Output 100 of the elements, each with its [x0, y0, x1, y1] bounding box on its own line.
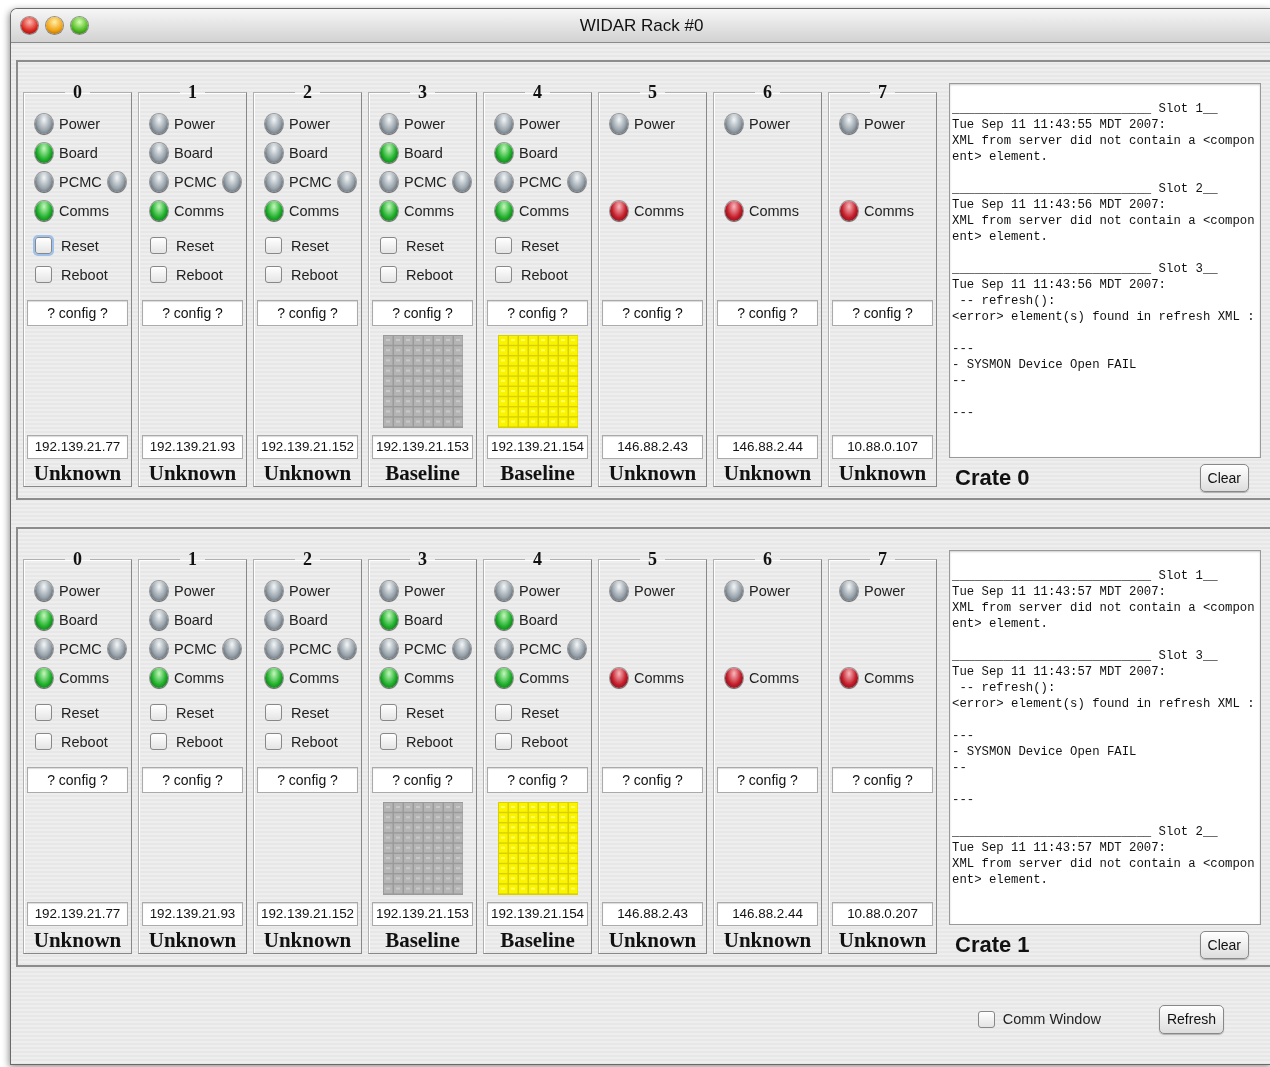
- log-message: Tue Sep 11 11:43:57 MDT 2007: -- refresh(): <error> element(s) found in refresh XML :: [952, 664, 1256, 712]
- log-header: ___________________________ Slot 3__: [952, 648, 1219, 664]
- checkbox[interactable]: Reboot: [150, 727, 245, 756]
- ip-address-field[interactable]: 192.139.21.153: [372, 435, 473, 459]
- indicator-label: Board: [59, 144, 98, 161]
- indicator-label: PCMC: [519, 640, 562, 657]
- indicator-label: Board: [59, 611, 98, 628]
- config-field[interactable]: ? config ?: [27, 767, 128, 793]
- indicator-label: Comms: [59, 669, 109, 686]
- config-field[interactable]: ? config ?: [27, 300, 128, 326]
- config-field[interactable]: ? config ?: [832, 300, 933, 326]
- zoom-button[interactable]: [71, 17, 88, 34]
- checkbox[interactable]: Reboot: [380, 260, 475, 289]
- slot-number: 3: [417, 83, 428, 101]
- indicator-label: Power: [749, 582, 791, 599]
- checkbox[interactable]: Reset: [380, 698, 475, 727]
- log-header: ___________________________ Slot 3__: [952, 261, 1219, 277]
- checkbox[interactable]: Reboot: [380, 727, 475, 756]
- log-message: Tue Sep 11 11:43:56 MDT 2007: XML from server did not contain a <compon ent> element.: [952, 197, 1256, 245]
- slot-number: 5: [647, 550, 658, 568]
- config-field[interactable]: ? config ?: [717, 300, 818, 326]
- ip-address-field[interactable]: 192.139.21.77: [27, 435, 128, 459]
- config-field[interactable]: ? config ?: [602, 767, 703, 793]
- config-field[interactable]: ? config ?: [717, 767, 818, 793]
- slot-number: 3: [417, 550, 428, 568]
- config-field[interactable]: ? config ?: [372, 300, 473, 326]
- ip-address-field[interactable]: 192.139.21.152: [257, 902, 358, 926]
- ip-address-field[interactable]: 192.139.21.153: [372, 902, 473, 926]
- status-label: Unknown: [722, 462, 813, 485]
- ip-address-field[interactable]: 192.139.21.154: [487, 435, 588, 459]
- log-message: ---: [952, 405, 976, 421]
- config-field[interactable]: ? config ?: [372, 767, 473, 793]
- indicator-label: Comms: [59, 202, 109, 219]
- log-header: ___________________________ Slot 2__: [952, 824, 1219, 840]
- slot-number: 2: [302, 550, 313, 568]
- ip-address-field[interactable]: 146.88.2.44: [717, 435, 818, 459]
- ip-address-field[interactable]: 146.88.2.43: [602, 435, 703, 459]
- refresh-button[interactable]: Refresh: [1158, 1004, 1224, 1034]
- checkbox[interactable]: Reset: [380, 231, 475, 260]
- indicator-label: Power: [634, 115, 676, 132]
- status-label: Unknown: [607, 929, 698, 952]
- ip-address-field[interactable]: 146.88.2.43: [602, 902, 703, 926]
- config-field[interactable]: ? config ?: [142, 767, 243, 793]
- log-message: --- - SYSMON Device Open FAIL --: [952, 728, 1138, 776]
- ip-address-field[interactable]: 192.139.21.93: [142, 902, 243, 926]
- config-field[interactable]: ? config ?: [487, 767, 588, 793]
- checkbox[interactable]: Reset: [150, 231, 245, 260]
- checkbox[interactable]: Reset: [265, 698, 360, 727]
- config-field[interactable]: ? config ?: [487, 300, 588, 326]
- ip-address-field[interactable]: 146.88.2.44: [717, 902, 818, 926]
- status-label: Baseline: [384, 462, 461, 485]
- minimize-button[interactable]: [46, 17, 63, 34]
- checkbox[interactable]: Reboot: [495, 727, 590, 756]
- slot-number: 6: [762, 83, 773, 101]
- log-header: ___________________________ Slot 1__: [952, 568, 1219, 584]
- slot-number: 6: [762, 550, 773, 568]
- indicator-label: Comms: [404, 669, 454, 686]
- indicator-label: Power: [174, 115, 216, 132]
- status-label: Baseline: [499, 929, 576, 952]
- config-field[interactable]: ? config ?: [257, 300, 358, 326]
- status-label: Unknown: [837, 462, 928, 485]
- ip-address-field[interactable]: 192.139.21.77: [27, 902, 128, 926]
- checkbox[interactable]: Reset: [35, 231, 130, 260]
- status-label: Unknown: [32, 929, 123, 952]
- config-field[interactable]: ? config ?: [142, 300, 243, 326]
- close-button[interactable]: [21, 17, 38, 34]
- crate-title: Crate 1: [955, 932, 1030, 959]
- status-label: Unknown: [147, 929, 238, 952]
- checkbox[interactable]: Reset: [495, 698, 590, 727]
- clear-button[interactable]: Clear: [1199, 464, 1249, 493]
- ip-address-field[interactable]: 10.88.0.107: [832, 435, 933, 459]
- clear-button[interactable]: Clear: [1199, 931, 1249, 960]
- checkbox[interactable]: Reboot: [35, 260, 130, 289]
- slot-number: 0: [72, 83, 83, 101]
- ip-address-field[interactable]: 192.139.21.154: [487, 902, 588, 926]
- config-field[interactable]: ? config ?: [257, 767, 358, 793]
- log-header: ___________________________ Slot 2__: [952, 181, 1219, 197]
- status-label: Unknown: [262, 929, 353, 952]
- checkbox[interactable]: Reboot: [495, 260, 590, 289]
- status-label: Baseline: [384, 929, 461, 952]
- config-field[interactable]: ? config ?: [832, 767, 933, 793]
- checkbox[interactable]: Reset: [265, 231, 360, 260]
- indicator-label: Board: [404, 611, 443, 628]
- indicator-label: PCMC: [404, 640, 447, 657]
- slot-number: 7: [877, 83, 888, 101]
- ip-address-field[interactable]: 10.88.0.207: [832, 902, 933, 926]
- checkbox[interactable]: Reboot: [35, 727, 130, 756]
- checkbox[interactable]: Reset: [150, 698, 245, 727]
- config-field[interactable]: ? config ?: [602, 300, 703, 326]
- checkbox[interactable]: Reset: [35, 698, 130, 727]
- ip-address-field[interactable]: 192.139.21.93: [142, 435, 243, 459]
- ip-address-field[interactable]: 192.139.21.152: [257, 435, 358, 459]
- checkbox[interactable]: Reboot: [265, 727, 360, 756]
- checkbox[interactable]: Reboot: [150, 260, 245, 289]
- indicator-label: Comms: [289, 202, 339, 219]
- indicator-label: Power: [174, 582, 216, 599]
- checkbox[interactable]: Comm Window: [977, 1010, 1101, 1028]
- indicator-label: Power: [864, 115, 906, 132]
- checkbox[interactable]: Reboot: [265, 260, 360, 289]
- checkbox[interactable]: Reset: [495, 231, 590, 260]
